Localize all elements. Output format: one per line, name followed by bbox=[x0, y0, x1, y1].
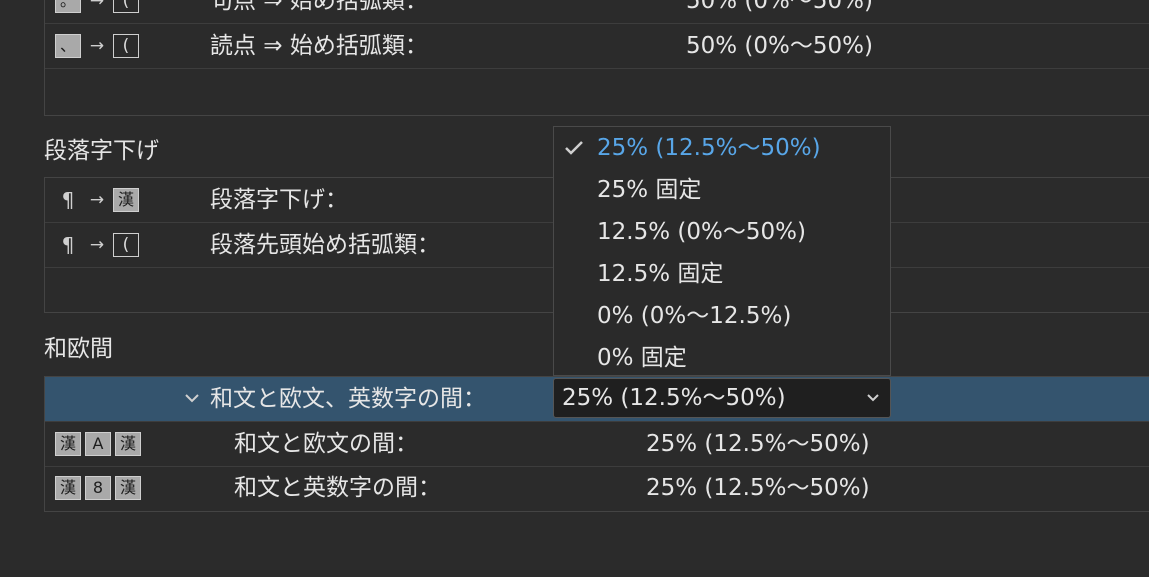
arrow-right-icon: → bbox=[89, 0, 105, 11]
group-row-label: 和文と欧文、英数字の間： bbox=[210, 386, 486, 412]
chevron-down-icon[interactable] bbox=[181, 387, 203, 409]
dropdown-option[interactable]: 12.5% (0%〜50%) bbox=[554, 211, 890, 253]
open-bracket-icon: ( bbox=[113, 233, 139, 257]
kanji-icon: 漢 bbox=[115, 432, 141, 456]
row-icons: 漢 8 漢 bbox=[55, 466, 141, 510]
row-label: 段落先頭始め括弧類： bbox=[210, 232, 440, 258]
row-value[interactable]: 50% (0%〜50%) bbox=[686, 0, 873, 23]
table-row[interactable]: 、 → ( 読点 ⇒ 始め括弧類： 50% (0%〜50%) bbox=[45, 24, 1149, 69]
dropdown-option[interactable]: 0% (0%〜12.5%) bbox=[554, 295, 890, 337]
open-bracket-icon: ( bbox=[113, 34, 139, 58]
row-value[interactable]: 50% (0%〜50%) bbox=[686, 24, 873, 68]
checkmark-icon bbox=[565, 141, 583, 155]
row-label: 句点 ⇒ 始め括弧類： bbox=[210, 0, 428, 14]
row-label: 段落字下げ： bbox=[210, 187, 348, 213]
row-label: 読点 ⇒ 始め括弧類： bbox=[210, 33, 428, 59]
option-label: 25% 固定 bbox=[597, 177, 702, 203]
section-heading-indent: 段落字下げ bbox=[44, 138, 159, 164]
punct-table: 。 → ( 句点 ⇒ 始め括弧類： 50% (0%〜50%) 、 → ( 読点 … bbox=[44, 0, 1149, 116]
arrow-right-icon: → bbox=[89, 235, 105, 255]
chevron-down-icon[interactable] bbox=[864, 390, 882, 406]
kuten-icon: 。 bbox=[55, 0, 81, 13]
arrow-right-icon: → bbox=[89, 36, 105, 56]
latin-a-icon: A bbox=[85, 432, 111, 456]
option-label: 25% (12.5%〜50%) bbox=[597, 135, 821, 161]
row-value[interactable]: 25% (12.5%〜50%) bbox=[646, 422, 870, 466]
kanji-icon: 漢 bbox=[55, 432, 81, 456]
table-row[interactable]: 。 → ( 句点 ⇒ 始め括弧類： 50% (0%〜50%) bbox=[45, 0, 1149, 24]
spacing-select[interactable]: 25% (12.5%〜50%) bbox=[553, 378, 891, 418]
dropdown-option[interactable]: 25% (12.5%〜50%) bbox=[554, 127, 890, 169]
dropdown-option[interactable]: 25% 固定 bbox=[554, 169, 890, 211]
dropdown-option[interactable]: 12.5% 固定 bbox=[554, 253, 890, 295]
kanji-icon: 漢 bbox=[55, 476, 81, 500]
dropdown-menu: 25% (12.5%〜50%) 25% 固定 12.5% (0%〜50%) 12… bbox=[553, 126, 891, 376]
option-label: 0% 固定 bbox=[597, 345, 687, 371]
row-icons: ¶ → ( bbox=[55, 223, 139, 267]
touten-icon: 、 bbox=[55, 34, 81, 58]
open-bracket-icon: ( bbox=[113, 0, 139, 13]
section-heading-waou: 和欧間 bbox=[44, 336, 113, 362]
row-value[interactable]: 25% (12.5%〜50%) bbox=[646, 466, 870, 510]
option-label: 0% (0%〜12.5%) bbox=[597, 303, 792, 329]
table-row[interactable]: 漢 A 漢 和文と欧文の間： 25% (12.5%〜50%) bbox=[45, 422, 1149, 467]
digit-eight-icon: 8 bbox=[85, 476, 111, 500]
row-label: 和文と欧文の間： bbox=[234, 431, 418, 457]
pilcrow-icon: ¶ bbox=[61, 233, 75, 257]
table-row[interactable]: 漢 8 漢 和文と英数字の間： 25% (12.5%〜50%) bbox=[45, 466, 1149, 510]
select-value: 25% (12.5%〜50%) bbox=[562, 385, 786, 411]
arrow-right-icon: → bbox=[89, 190, 105, 210]
row-icons: 、 → ( bbox=[55, 24, 139, 68]
empty-row bbox=[45, 69, 1149, 113]
row-icons: 。 → ( bbox=[55, 0, 139, 23]
kanji-icon: 漢 bbox=[115, 476, 141, 500]
kanji-icon: 漢 bbox=[113, 188, 139, 212]
row-icons: 漢 A 漢 bbox=[55, 422, 141, 466]
option-label: 12.5% (0%〜50%) bbox=[597, 219, 806, 245]
option-label: 12.5% 固定 bbox=[597, 261, 724, 287]
dropdown-option[interactable]: 0% 固定 bbox=[554, 337, 890, 379]
row-icons: ¶ → 漢 bbox=[55, 178, 139, 222]
row-label: 和文と英数字の間： bbox=[234, 475, 441, 501]
pilcrow-icon: ¶ bbox=[61, 188, 75, 212]
